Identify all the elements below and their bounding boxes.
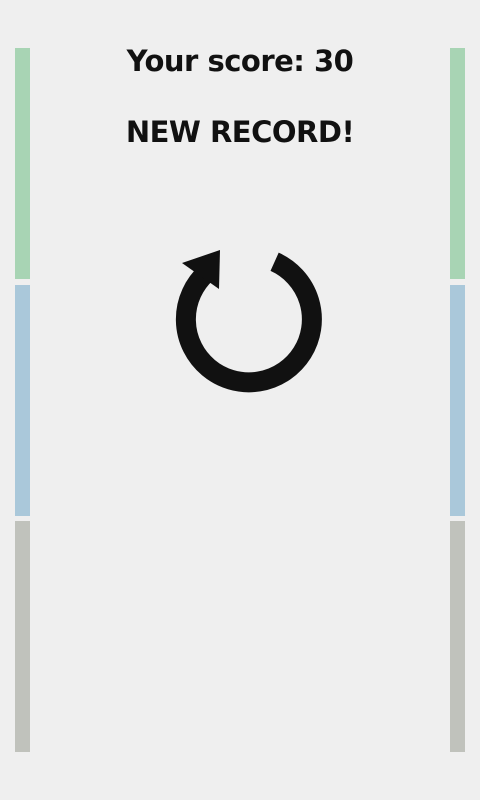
score-text: Your score: 30 [126,44,354,78]
left-bar-green [15,48,30,279]
right-bar-green [450,48,465,279]
restart-button[interactable] [170,245,322,397]
right-bar-blue [450,285,465,516]
restart-icon [175,250,322,393]
left-bar-gray [15,521,30,752]
right-bar-gray [450,521,465,752]
new-record-text: NEW RECORD! [125,115,355,149]
left-bar-blue [15,285,30,516]
